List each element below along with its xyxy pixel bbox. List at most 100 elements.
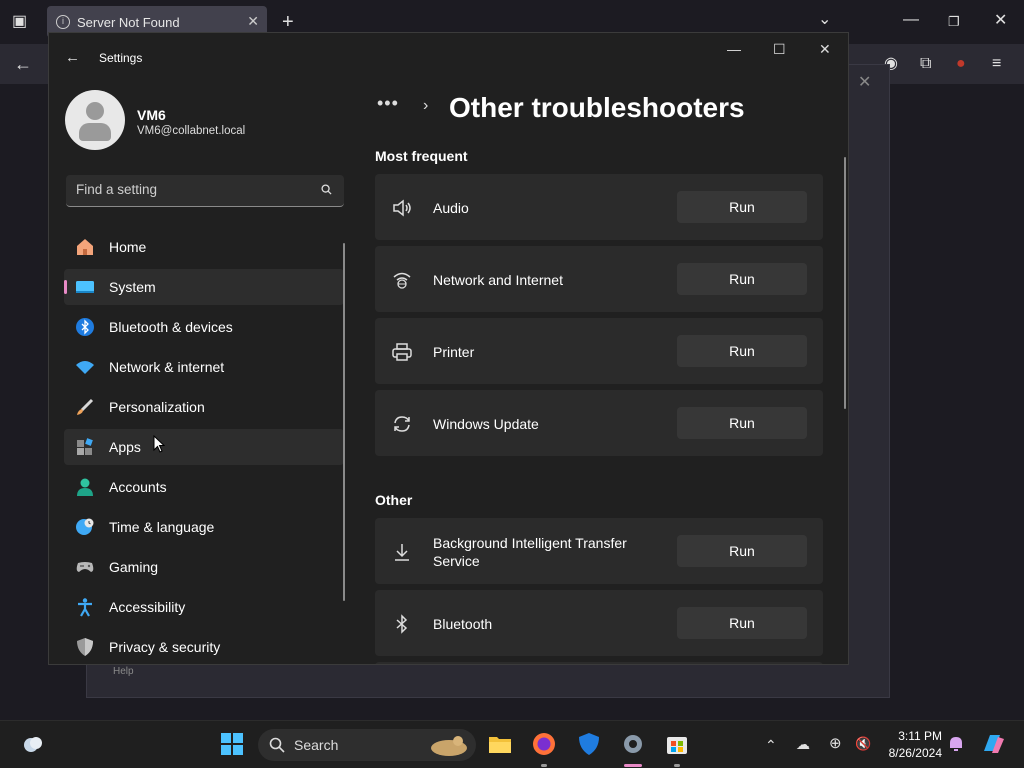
start-icon[interactable] <box>219 731 245 757</box>
apps-icon <box>77 438 93 455</box>
troubleshooter-label: Windows Update <box>433 416 539 432</box>
troubleshooter-label: Audio <box>433 200 469 216</box>
sidebar-item-label: System <box>109 279 156 295</box>
search-icon <box>321 184 332 195</box>
printer-icon <box>392 343 412 361</box>
search-highlight-icon <box>431 736 467 756</box>
new-tab-icon[interactable]: + <box>282 12 294 32</box>
run-button[interactable]: Run <box>677 535 807 567</box>
tab-close-icon[interactable]: ✕ <box>247 13 259 30</box>
window-title: Settings <box>99 51 143 65</box>
onedrive-icon[interactable]: ☁ <box>796 736 810 752</box>
sidebar-item-accounts[interactable]: Accounts <box>64 469 344 505</box>
active-app-indicator <box>624 764 642 767</box>
sync-icon <box>394 416 410 432</box>
sidebar-item-time-language[interactable]: Time & language <box>64 509 344 545</box>
run-button[interactable]: Run <box>677 191 807 223</box>
search-label: Search <box>294 737 339 753</box>
running-indicator <box>541 764 547 767</box>
sidebar-item-label: Time & language <box>109 519 215 535</box>
speaker-icon <box>393 199 411 217</box>
sidebar-item-accessibility[interactable]: Accessibility <box>64 589 344 625</box>
file-explorer-icon[interactable] <box>487 731 513 757</box>
sidebar-item-label: Gaming <box>109 559 159 575</box>
avatar[interactable] <box>65 90 125 150</box>
globe-clock-icon <box>76 518 94 535</box>
troubleshooter-audio: Audio Run <box>375 174 823 240</box>
sidebar-item-label: Bluetooth & devices <box>109 319 233 335</box>
sidebar-item-network[interactable]: Network & internet <box>64 349 344 385</box>
browser-minimize-icon[interactable]: — <box>903 12 919 28</box>
sidebar-item-label: Accessibility <box>109 599 186 615</box>
main-scrollbar[interactable] <box>844 157 846 409</box>
search-box[interactable] <box>66 175 344 207</box>
taskbar-search[interactable]: Search <box>258 729 476 761</box>
dialog-close-icon[interactable]: ✕ <box>858 72 871 92</box>
sidebar-nav: Home System Bluetooth & devices Network … <box>64 229 344 664</box>
extensions-icon[interactable]: ⧉ <box>920 56 931 72</box>
page-title: Other troubleshooters <box>449 92 745 123</box>
sidebar-item-personalization[interactable]: Personalization <box>64 389 344 425</box>
close-icon[interactable]: ✕ <box>819 41 831 58</box>
selection-indicator <box>64 280 67 294</box>
tray-chevron-up-icon[interactable]: ⌃ <box>765 737 777 753</box>
tab-title: Server Not Found <box>77 15 180 30</box>
sidebar-scrollbar[interactable] <box>343 243 345 601</box>
bluetooth-devices-icon <box>76 318 94 336</box>
clock-date[interactable]: 8/26/2024 <box>880 746 942 760</box>
troubleshooter-label: Network and Internet <box>433 272 563 288</box>
clock-time[interactable]: 3:11 PM <box>880 729 942 743</box>
browser-close-icon[interactable]: ✕ <box>994 13 1007 29</box>
sidebar-item-gaming[interactable]: Gaming <box>64 549 344 585</box>
dialog-help-link[interactable]: Help <box>113 666 134 677</box>
ublock-icon[interactable]: ● <box>956 56 966 72</box>
maximize-icon[interactable]: ☐ <box>773 41 786 58</box>
tab-manager-icon[interactable]: ▣ <box>12 14 27 30</box>
back-arrow-icon[interactable]: ← <box>14 55 32 73</box>
copilot-icon[interactable] <box>980 731 1006 757</box>
browser-restore-icon[interactable]: ❐ <box>948 14 960 30</box>
run-button[interactable]: Run <box>677 607 807 639</box>
user-email: VM6@collabnet.local <box>137 125 246 137</box>
menu-icon[interactable]: ≡ <box>992 56 1001 72</box>
settings-app-icon[interactable] <box>620 731 646 757</box>
troubleshooter-printer: Printer Run <box>375 318 823 384</box>
volume-muted-icon[interactable]: 🔇 <box>855 736 871 752</box>
run-button[interactable]: Run <box>677 407 807 439</box>
info-icon: i <box>56 15 70 29</box>
sidebar-item-system[interactable]: System <box>64 269 344 305</box>
mouse-cursor-icon <box>153 435 165 453</box>
system-icon <box>76 281 94 293</box>
search-icon <box>269 737 285 753</box>
sidebar-item-label: Apps <box>109 439 141 455</box>
search-input[interactable] <box>76 182 306 197</box>
run-button[interactable]: Run <box>677 335 807 367</box>
tab-list-chevron-icon[interactable]: ⌄ <box>818 12 831 28</box>
sidebar-item-bluetooth-devices[interactable]: Bluetooth & devices <box>64 309 344 345</box>
sidebar-item-privacy-security[interactable]: Privacy & security <box>64 629 344 664</box>
accessibility-icon <box>78 598 92 617</box>
language-globe-icon[interactable]: ⊕ <box>829 736 842 752</box>
firefox-icon[interactable] <box>531 731 557 757</box>
weather-icon[interactable] <box>20 731 46 757</box>
bluetooth-icon <box>396 614 408 634</box>
minimize-icon[interactable]: — <box>727 41 741 57</box>
shield-icon <box>77 638 93 656</box>
defender-icon[interactable] <box>576 731 602 757</box>
user-name: VM6 <box>137 107 166 123</box>
sidebar-item-label: Network & internet <box>109 359 225 375</box>
sidebar-item-home[interactable]: Home <box>64 229 344 265</box>
download-icon <box>395 544 409 561</box>
breadcrumb-more[interactable]: ••• <box>377 93 399 114</box>
sidebar-item-apps[interactable]: Apps <box>64 429 344 465</box>
sidebar-item-label: Privacy & security <box>109 639 221 655</box>
troubleshooter-bits: Background Intelligent Transfer Service … <box>375 518 823 584</box>
network-globe-icon <box>393 272 411 289</box>
store-icon[interactable] <box>664 731 690 757</box>
run-button[interactable]: Run <box>677 263 807 295</box>
notification-bell-icon[interactable] <box>946 734 966 754</box>
section-heading: Most frequent <box>375 148 468 164</box>
troubleshooter-network: Network and Internet Run <box>375 246 823 312</box>
running-indicator <box>674 764 680 767</box>
back-arrow-icon[interactable]: ← <box>65 49 80 66</box>
